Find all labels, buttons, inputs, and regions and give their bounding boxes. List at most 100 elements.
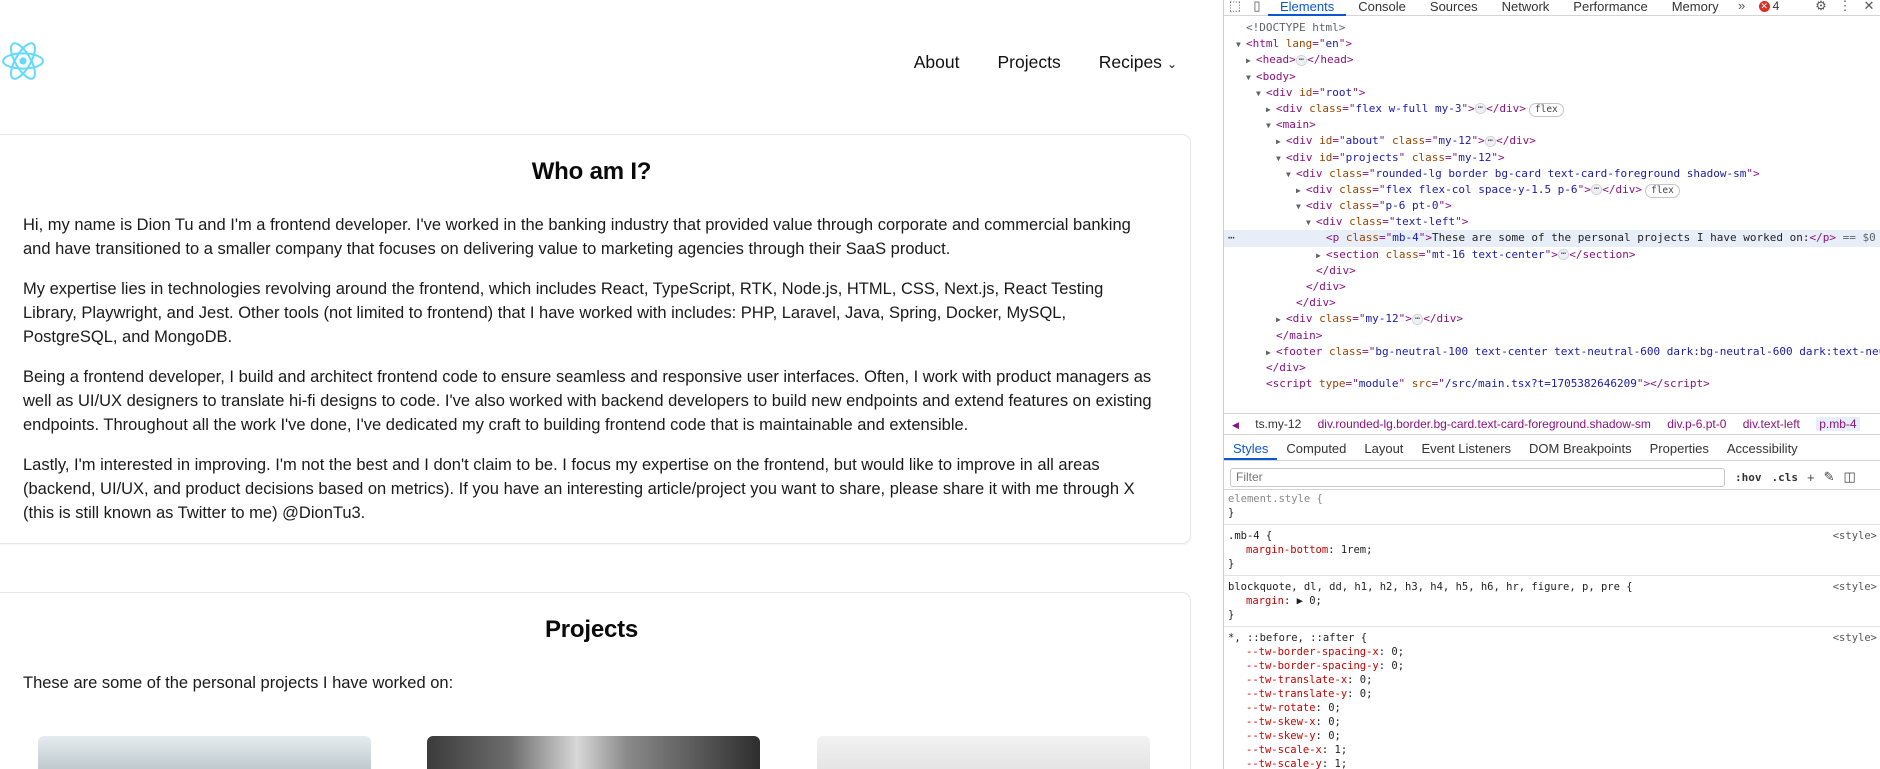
css-declaration[interactable]: margin: ▶ 0;	[1228, 594, 1877, 608]
collapsed-children[interactable]: ⋯	[1474, 103, 1487, 115]
expand-toggle-icon[interactable]: ▶	[1246, 53, 1256, 69]
expand-toggle-icon[interactable]: ▼	[1236, 37, 1246, 53]
tab-styles[interactable]: Styles	[1224, 437, 1278, 460]
more-options-icon[interactable]: ⋮	[1834, 0, 1856, 16]
css-source-link[interactable]: <style>	[1833, 580, 1877, 594]
breadcrumb-item[interactable]: div.p-6.pt-0	[1667, 417, 1726, 431]
breadcrumb-item[interactable]: div.rounded-lg.border.bg-card.text-card-…	[1318, 417, 1651, 431]
css-selector[interactable]: element.style {	[1228, 492, 1877, 506]
tab-event-listeners[interactable]: Event Listeners	[1412, 437, 1520, 460]
error-count-badge[interactable]: ✕ 4	[1758, 0, 1779, 12]
css-declaration[interactable]: --tw-scale-y: 1;	[1228, 757, 1877, 769]
collapsed-children[interactable]: ⋯	[1484, 135, 1497, 147]
collapsed-children[interactable]: ⋯	[1557, 249, 1570, 261]
dom-node[interactable]: </div>	[1224, 360, 1880, 376]
toggle-sidebar-icon[interactable]: ◫	[1844, 469, 1856, 485]
css-rule[interactable]: .mb-4 {<style> margin-bottom: 1rem;}	[1224, 529, 1880, 576]
tab-elements[interactable]: Elements	[1268, 0, 1347, 16]
css-declaration[interactable]: --tw-translate-x: 0;	[1228, 673, 1877, 687]
css-rule[interactable]: blockquote, dl, dd, h1, h2, h3, h4, h5, …	[1224, 580, 1880, 627]
breadcrumb-item[interactable]: ts.my-12	[1255, 417, 1301, 431]
add-rule-icon[interactable]: +	[1807, 470, 1815, 485]
expand-toggle-icon[interactable]: ▶	[1276, 134, 1286, 150]
expand-toggle-icon[interactable]: ▼	[1276, 151, 1286, 167]
expand-toggle-icon[interactable]: ▼	[1296, 199, 1306, 215]
dom-node[interactable]: </div>	[1224, 279, 1880, 295]
dom-node[interactable]: ▶ <head> ⋯ </head>	[1224, 52, 1880, 68]
css-declaration[interactable]: --tw-rotate: 0;	[1228, 701, 1877, 715]
tab-console[interactable]: Console	[1346, 0, 1418, 13]
dom-node[interactable]: ▼ <main>	[1224, 117, 1880, 133]
tab-accessibility[interactable]: Accessibility	[1718, 437, 1807, 460]
styles-filter-input[interactable]	[1230, 467, 1725, 487]
expand-toggle-icon[interactable]: ▼	[1266, 118, 1276, 134]
css-declaration[interactable]: --tw-translate-y: 0;	[1228, 687, 1877, 701]
expand-toggle-icon[interactable]: ▶	[1266, 102, 1276, 118]
tab-memory[interactable]: Memory	[1660, 0, 1731, 13]
expand-toggle-icon[interactable]: ▼	[1306, 215, 1316, 231]
dom-node[interactable]: <!DOCTYPE html>	[1224, 20, 1880, 36]
dom-node[interactable]: ▼ <html lang="en">	[1224, 36, 1880, 52]
css-declaration[interactable]: --tw-border-spacing-x: 0;	[1228, 645, 1877, 659]
css-rule[interactable]: element.style {}	[1224, 492, 1880, 525]
dom-node[interactable]: ▼ <div id="projects" class="my-12">	[1224, 150, 1880, 166]
close-icon[interactable]: ✕	[1858, 0, 1880, 16]
project-thumbnail[interactable]	[427, 736, 760, 769]
css-declaration[interactable]: --tw-skew-y: 0;	[1228, 729, 1877, 743]
flex-badge[interactable]: flex	[1528, 102, 1564, 117]
dom-node[interactable]: ▼ <body>	[1224, 69, 1880, 85]
css-selector[interactable]: blockquote, dl, dd, h1, h2, h3, h4, h5, …	[1228, 580, 1877, 594]
react-logo-icon[interactable]	[0, 38, 46, 84]
device-toolbar-icon[interactable]: ▯	[1246, 0, 1268, 16]
dom-node[interactable]: ▶ <div class="my-12"> ⋯ </div>	[1224, 311, 1880, 327]
node-actions-icon[interactable]: ⋯	[1228, 230, 1235, 246]
dom-node[interactable]: ▶ <section class="mt-16 text-center"> ⋯ </s…	[1224, 247, 1880, 263]
dom-node[interactable]: ▶ <div class="flex flex-col space-y-1.5 p…	[1224, 182, 1880, 198]
nav-link-recipes[interactable]: Recipes ⌄	[1099, 52, 1177, 73]
more-tabs-icon[interactable]: »	[1731, 0, 1753, 16]
expand-toggle-icon[interactable]: ▼	[1256, 86, 1266, 102]
flex-badge[interactable]: flex	[1644, 183, 1680, 198]
expand-toggle-icon[interactable]: ▼	[1246, 70, 1256, 86]
expand-toggle-icon[interactable]: ▶	[1296, 183, 1306, 199]
css-declaration[interactable]: --tw-skew-x: 0;	[1228, 715, 1877, 729]
breadcrumb-item-current[interactable]: p.mb-4	[1816, 417, 1860, 431]
hover-state-button[interactable]: :hov	[1735, 471, 1762, 484]
breadcrumb-scroll-left-icon[interactable]: ◀	[1232, 420, 1239, 430]
css-selector[interactable]: .mb-4 {	[1228, 529, 1877, 543]
project-thumbnail[interactable]	[817, 736, 1150, 769]
dom-node[interactable]: </div>	[1224, 295, 1880, 311]
tab-dom-breakpoints[interactable]: DOM Breakpoints	[1520, 437, 1641, 460]
tab-layout[interactable]: Layout	[1355, 437, 1412, 460]
dom-node[interactable]: ▶ <footer class="bg-neutral-100 text-cent…	[1224, 344, 1880, 360]
dom-node-selected[interactable]: ⋯ <p class="mb-4">These are some of the p…	[1224, 230, 1880, 247]
tab-properties[interactable]: Properties	[1641, 437, 1718, 460]
collapsed-children[interactable]: ⋯	[1411, 313, 1424, 325]
dom-node[interactable]: ▼ <div class="rounded-lg border bg-card t…	[1224, 166, 1880, 182]
dom-node[interactable]: ▼ <div class="text-left">	[1224, 214, 1880, 230]
inspect-element-icon[interactable]: ⬚	[1224, 0, 1246, 16]
css-declaration[interactable]: margin-bottom: 1rem;	[1228, 543, 1877, 557]
settings-gear-icon[interactable]: ⚙	[1810, 0, 1832, 16]
nav-link-projects[interactable]: Projects	[997, 52, 1060, 73]
dom-node[interactable]: </main>	[1224, 328, 1880, 344]
tab-computed[interactable]: Computed	[1277, 437, 1355, 460]
breadcrumb-item[interactable]: div.text-left	[1743, 417, 1800, 431]
expand-toggle-icon[interactable]: ▶	[1316, 248, 1326, 264]
collapsed-children[interactable]: ⋯	[1295, 54, 1308, 66]
css-selector[interactable]: *, ::before, ::after {	[1228, 631, 1877, 645]
css-declaration[interactable]: --tw-border-spacing-y: 0;	[1228, 659, 1877, 673]
dom-node[interactable]: </div>	[1224, 263, 1880, 279]
expand-toggle-icon[interactable]: ▶	[1266, 345, 1276, 361]
css-source-link[interactable]: <style>	[1833, 631, 1877, 645]
dom-node[interactable]: ▶ <div class="flex w-full my-3"> ⋯ </div> fl…	[1224, 101, 1880, 117]
collapsed-children[interactable]: ⋯	[1590, 184, 1603, 196]
css-source-link[interactable]: <style>	[1833, 529, 1877, 543]
css-declaration[interactable]: --tw-scale-x: 1;	[1228, 743, 1877, 757]
expand-toggle-icon[interactable]: ▼	[1286, 167, 1296, 183]
dom-node[interactable]: ▼ <div id="root">	[1224, 85, 1880, 101]
tab-network[interactable]: Network	[1490, 0, 1562, 13]
dom-node[interactable]: ▶ <div id="about" class="my-12"> ⋯ </div>	[1224, 133, 1880, 149]
project-thumbnail[interactable]	[38, 736, 371, 769]
paint-brush-icon[interactable]: ✎	[1824, 469, 1835, 485]
